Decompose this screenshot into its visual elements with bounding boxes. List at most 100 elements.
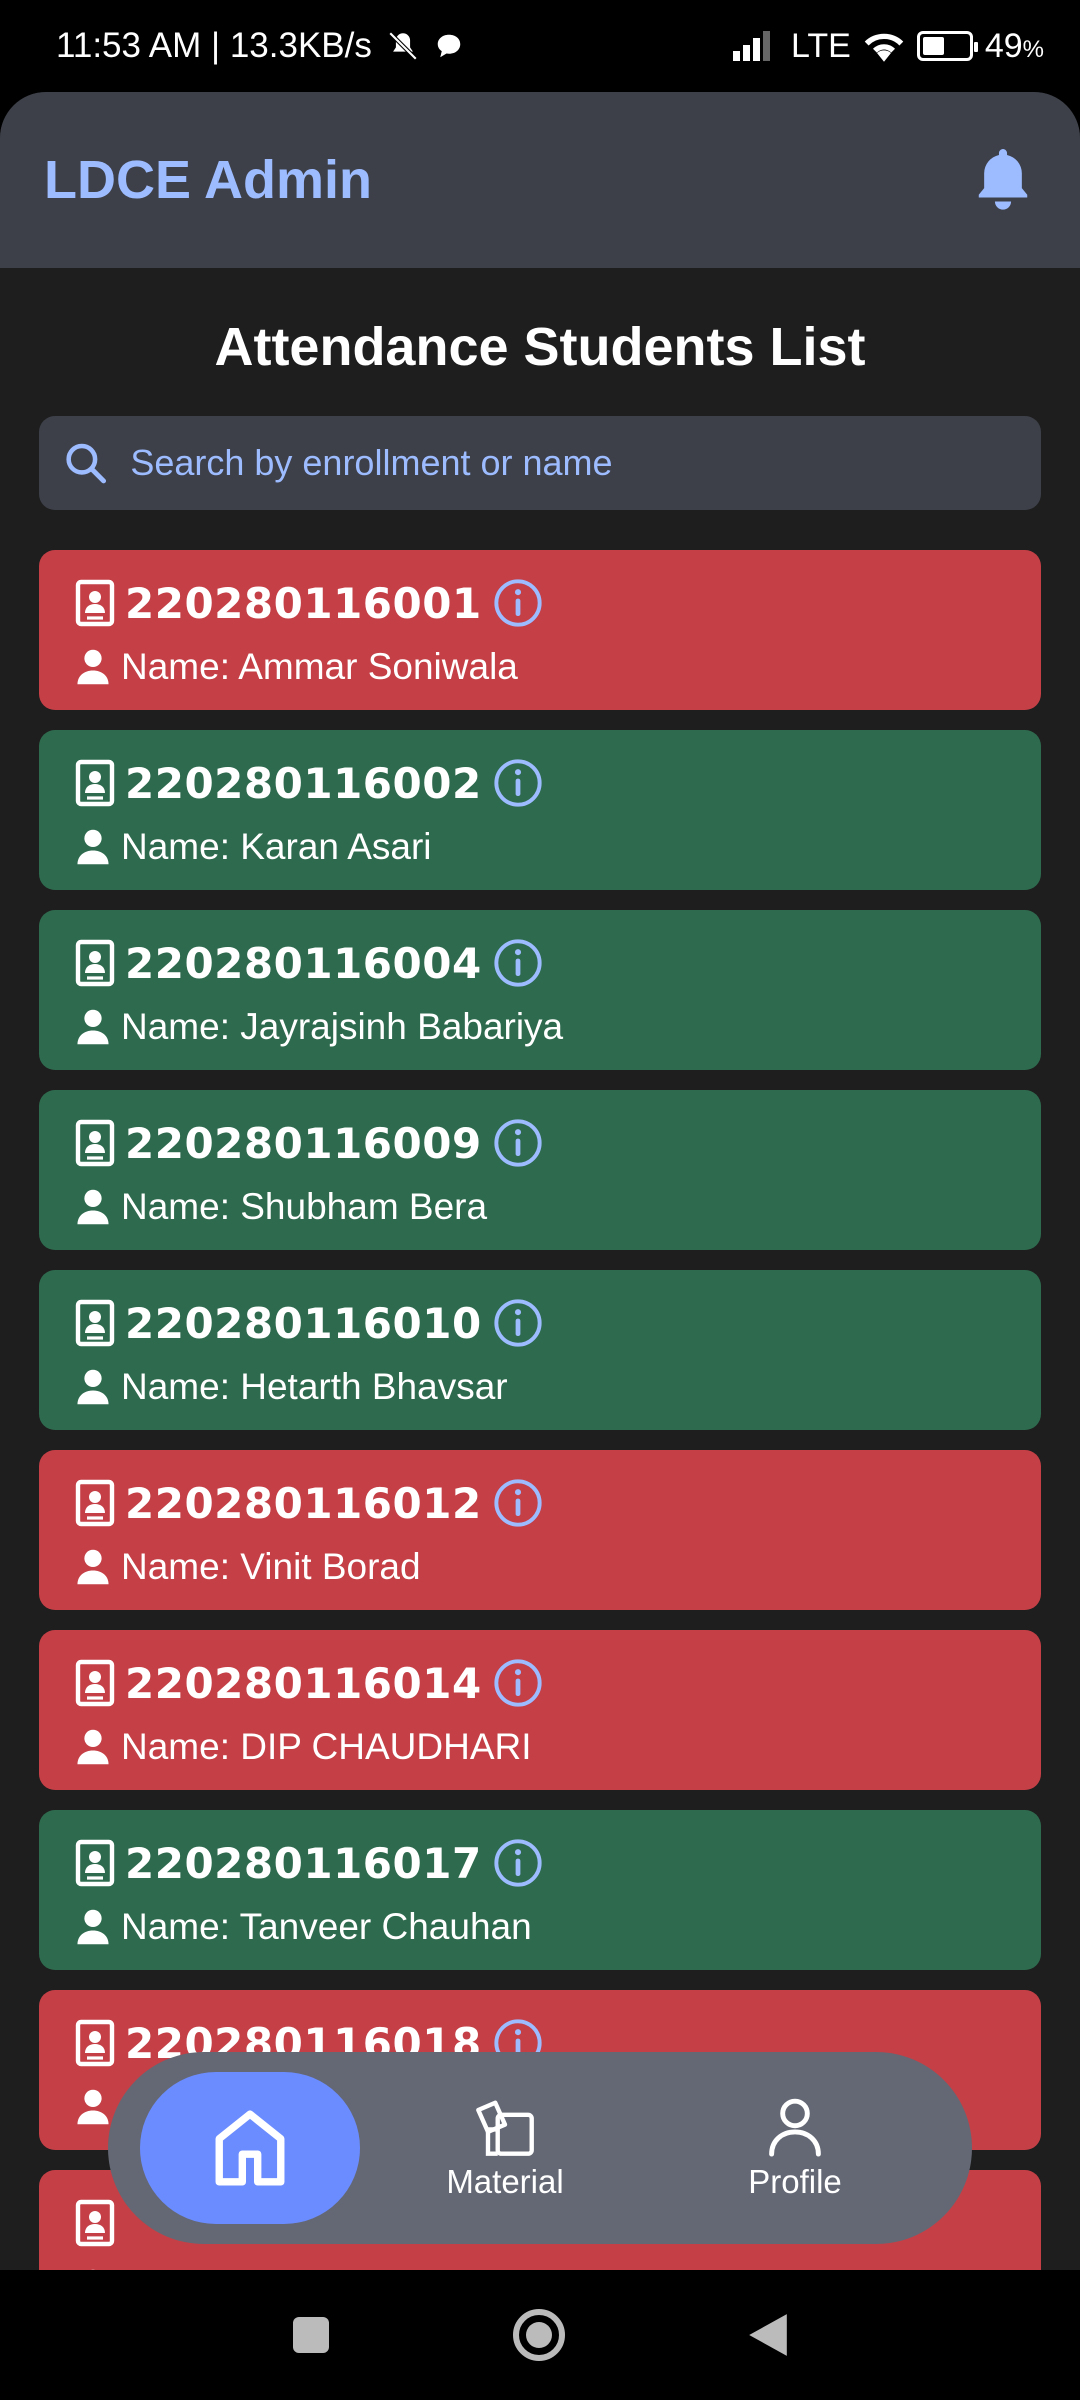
info-icon[interactable] xyxy=(492,1477,544,1529)
student-card[interactable]: 220280116009 Name: Shubham Bera xyxy=(39,1090,1041,1250)
enrollment-row: 220280116001 xyxy=(75,574,1005,632)
battery-icon xyxy=(916,31,978,61)
student-name: Name: Hetarth Bhavsar xyxy=(121,1366,508,1407)
nav-material-button[interactable]: Material xyxy=(360,2095,650,2201)
student-name: Name: Karan Asari xyxy=(121,826,432,867)
info-icon[interactable] xyxy=(492,937,544,989)
id-card-icon xyxy=(75,759,115,807)
enrollment-number: 220280116014 xyxy=(125,1658,482,1708)
name-row: Name: Tanveer Chauhan xyxy=(75,1902,1005,1952)
enrollment-row: 220280116014 xyxy=(75,1654,1005,1712)
system-nav-bar xyxy=(0,2270,1080,2400)
name-row: Name: Jayrajsinh Babariya xyxy=(75,1002,1005,1052)
person-icon xyxy=(77,1729,109,1765)
battery-percent: 49% xyxy=(984,26,1044,65)
id-card-icon xyxy=(75,1299,115,1347)
enrollment-number: 220280116010 xyxy=(125,1298,482,1348)
student-list: 220280116001 Name: Ammar Soniwala 22028011… xyxy=(39,550,1041,2270)
mute-icon xyxy=(388,31,418,61)
id-card-icon xyxy=(75,1479,115,1527)
status-time-speed: 11:53 AM | 13.3KB/s xyxy=(56,26,372,65)
bottom-nav: Material Profile xyxy=(108,2052,972,2244)
wifi-icon xyxy=(864,33,904,62)
back-icon[interactable] xyxy=(747,2312,789,2358)
status-right: LTE 49% xyxy=(732,26,1044,66)
id-card-icon xyxy=(75,2199,115,2247)
person-icon xyxy=(77,649,109,685)
student-name: Name: Ammar Soniwala xyxy=(121,646,518,687)
search-icon xyxy=(66,443,107,484)
nav-home-button[interactable] xyxy=(140,2072,360,2224)
student-card[interactable]: 220280116010 Name: Hetarth Bhavsar xyxy=(39,1270,1041,1430)
name-row: Name: Hetarth Bhavsar xyxy=(75,1362,1005,1412)
home-icon xyxy=(215,2110,285,2186)
enrollment-row: 220280116004 xyxy=(75,934,1005,992)
enrollment-row: 220280116012 xyxy=(75,1474,1005,1532)
search-input[interactable] xyxy=(130,442,1017,484)
search-bar[interactable] xyxy=(39,416,1041,510)
app-title: LDCE Admin xyxy=(44,150,372,210)
student-card[interactable]: 220280116012 Name: Vinit Borad xyxy=(39,1450,1041,1610)
id-card-icon xyxy=(75,1119,115,1167)
enrollment-number: 220280116001 xyxy=(125,578,482,628)
signal-icon xyxy=(732,31,770,61)
status-left: 11:53 AM | 13.3KB/s xyxy=(56,26,464,66)
student-card[interactable]: 220280116017 Name: Tanveer Chauhan xyxy=(39,1810,1041,1970)
name-row: Name: Vinit Borad xyxy=(75,1542,1005,1592)
id-card-icon xyxy=(75,579,115,627)
info-icon[interactable] xyxy=(492,577,544,629)
student-name: Name: DIP CHAUDHARI xyxy=(121,1726,532,1767)
info-icon[interactable] xyxy=(492,757,544,809)
info-icon[interactable] xyxy=(492,1837,544,1889)
name-row: Name: DIP CHAUDHARI xyxy=(75,1722,1005,1772)
bell-icon[interactable] xyxy=(970,145,1036,215)
page-title: Attendance Students List xyxy=(214,317,866,377)
id-card-icon xyxy=(75,1659,115,1707)
recents-icon[interactable] xyxy=(291,2315,331,2355)
enrollment-row: 220280116017 xyxy=(75,1834,1005,1892)
info-icon[interactable] xyxy=(492,1117,544,1169)
id-card-icon xyxy=(75,1839,115,1887)
person-icon xyxy=(77,829,109,865)
enrollment-row: 220280116009 xyxy=(75,1114,1005,1172)
person-icon xyxy=(77,1549,109,1585)
nav-material-label: Material xyxy=(446,2163,564,2200)
student-name: Name: Jayrajsinh Babariya xyxy=(121,1006,564,1047)
student-card[interactable]: 220280116014 Name: DIP CHAUDHARI xyxy=(39,1630,1041,1790)
enrollment-row: 220280116010 xyxy=(75,1294,1005,1352)
person-icon xyxy=(77,1369,109,1405)
enrollment-number: 220280116017 xyxy=(125,1838,482,1888)
person-icon xyxy=(77,1189,109,1225)
home-circle-icon[interactable] xyxy=(511,2307,567,2363)
person-icon xyxy=(77,1909,109,1945)
name-row: Name: Chirag Chovatiya xyxy=(75,2262,1005,2270)
info-icon[interactable] xyxy=(492,1657,544,1709)
enrollment-number: 220280116012 xyxy=(125,1478,482,1528)
person-icon xyxy=(77,1009,109,1045)
profile-icon xyxy=(769,2098,821,2157)
student-name: Name: Vinit Borad xyxy=(121,1546,421,1587)
student-card[interactable]: 220280116004 Name: Jayrajsinh Babariya xyxy=(39,910,1041,1070)
app-bar: LDCE Admin xyxy=(0,92,1080,268)
nav-profile-label: Profile xyxy=(748,2163,842,2200)
enrollment-number: 220280116009 xyxy=(125,1118,482,1168)
chat-icon xyxy=(437,34,461,58)
name-row: Name: Karan Asari xyxy=(75,822,1005,872)
student-card[interactable]: 220280116002 Name: Karan Asari xyxy=(39,730,1041,890)
documents-icon xyxy=(476,2100,534,2156)
id-card-icon xyxy=(75,939,115,987)
name-row: Name: Ammar Soniwala xyxy=(75,642,1005,692)
name-row: Name: Shubham Bera xyxy=(75,1182,1005,1232)
info-icon[interactable] xyxy=(492,1297,544,1349)
status-bar: 11:53 AM | 13.3KB/s LTE 49% xyxy=(0,0,1080,92)
enrollment-number: 220280116002 xyxy=(125,758,482,808)
student-card[interactable]: 220280116001 Name: Ammar Soniwala xyxy=(39,550,1041,710)
id-card-icon xyxy=(75,2019,115,2067)
nav-profile-button[interactable]: Profile xyxy=(650,2095,940,2201)
enrollment-row: 220280116002 xyxy=(75,754,1005,812)
person-icon xyxy=(77,2089,109,2125)
student-name: Name: Tanveer Chauhan xyxy=(121,1906,532,1947)
enrollment-number: 220280116004 xyxy=(125,938,482,988)
app-screen: LDCE Admin Attendance Students List 2202… xyxy=(0,92,1080,2270)
network-type: LTE xyxy=(790,26,851,65)
